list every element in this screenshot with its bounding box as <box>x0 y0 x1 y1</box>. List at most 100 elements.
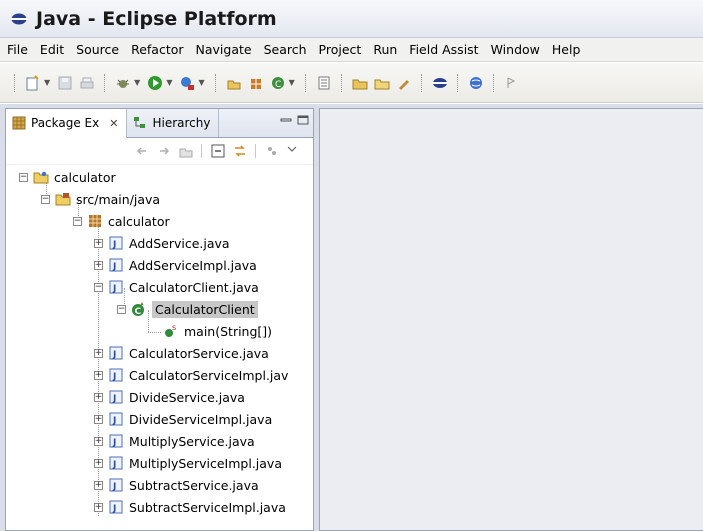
collapse-toggle-icon[interactable]: − <box>19 172 28 182</box>
java-file-icon: J <box>108 433 124 449</box>
tab-package-explorer[interactable]: Package Ex ✕ <box>6 109 128 138</box>
new-package-icon[interactable] <box>248 75 264 91</box>
tree-node-file[interactable]: + J AddService.java <box>6 232 313 254</box>
minimize-icon[interactable] <box>279 114 292 126</box>
debug-icon[interactable] <box>115 75 131 91</box>
expand-toggle-icon[interactable]: + <box>94 348 103 358</box>
collapse-toggle-icon[interactable]: − <box>117 304 126 314</box>
pen-icon[interactable] <box>396 75 412 91</box>
maximize-icon[interactable] <box>296 114 309 126</box>
new-java-project-icon[interactable] <box>226 75 242 91</box>
tree-node-file[interactable]: + J CalculatorServiceImpl.jav <box>6 364 313 386</box>
external-tools-dropdown-icon[interactable]: ▼ <box>198 78 204 87</box>
print-icon[interactable] <box>79 75 95 91</box>
new-class-dropdown-icon[interactable]: ▼ <box>289 78 295 87</box>
tree-node-file[interactable]: + J AddServiceImpl.java <box>6 254 313 276</box>
collapse-toggle-icon[interactable]: − <box>73 216 82 226</box>
tree-node-file[interactable]: + J DivideServiceImpl.java <box>6 408 313 430</box>
tree-node-source-folder[interactable]: − src/main/java <box>6 188 313 210</box>
expand-toggle-icon[interactable]: + <box>94 392 103 402</box>
svg-text:s: s <box>172 323 176 332</box>
menu-source[interactable]: Source <box>72 42 127 57</box>
menu-run[interactable]: Run <box>369 42 405 57</box>
view-tab-bar: Package Ex ✕ Hierarchy <box>6 109 313 138</box>
view-toolbar-separator <box>201 144 203 158</box>
static-method-icon: s <box>163 323 179 339</box>
menu-help[interactable]: Help <box>548 42 589 57</box>
next-annotation-icon[interactable] <box>504 75 520 91</box>
menu-edit[interactable]: Edit <box>36 42 72 57</box>
expand-toggle-icon[interactable]: + <box>94 414 103 424</box>
tree-node-file[interactable]: + J SubtractService.java <box>6 474 313 496</box>
menu-field-assist[interactable]: Field Assist <box>405 42 486 57</box>
save-icon[interactable] <box>57 75 73 91</box>
window-title: Java - Eclipse Platform <box>36 7 277 30</box>
svg-text:J: J <box>112 284 116 294</box>
tree-label: AddServiceImpl.java <box>129 257 257 273</box>
main-toolbar: ▼ ▼ ▼ ▼ C ▼ <box>0 63 703 103</box>
collapse-all-icon[interactable] <box>210 143 226 159</box>
editor-area <box>319 108 703 531</box>
expand-toggle-icon[interactable]: + <box>94 458 103 468</box>
tree-node-file[interactable]: + J DivideService.java <box>6 386 313 408</box>
perspective-icon[interactable] <box>432 75 448 91</box>
tree-node-class[interactable]: − C CalculatorClient <box>6 298 313 320</box>
title-bar: Java - Eclipse Platform <box>0 0 703 38</box>
expand-toggle-icon[interactable]: + <box>94 238 103 248</box>
tree-node-method[interactable]: s main(String[]) <box>6 320 313 342</box>
tab-hierarchy[interactable]: Hierarchy <box>127 109 220 137</box>
forward-arrow-icon[interactable] <box>156 143 172 159</box>
java-perspective-icon <box>10 10 28 28</box>
menu-bar: File Edit Source Refactor Navigate Searc… <box>0 38 703 62</box>
open-type-icon[interactable] <box>316 75 332 91</box>
svg-text:J: J <box>112 350 116 360</box>
globe-icon[interactable] <box>468 75 484 91</box>
expand-toggle-icon[interactable]: + <box>94 480 103 490</box>
tree-node-file[interactable]: + J MultiplyService.java <box>6 430 313 452</box>
tree-node-package[interactable]: − calculator <box>6 210 313 232</box>
back-arrow-icon[interactable] <box>134 143 150 159</box>
tree-node-file[interactable]: − J CalculatorClient.java <box>6 276 313 298</box>
java-file-icon: J <box>108 411 124 427</box>
link-with-editor-icon[interactable] <box>232 143 248 159</box>
external-tools-icon[interactable] <box>179 75 195 91</box>
java-file-icon: J <box>108 279 124 295</box>
new-class-icon[interactable]: C <box>270 75 286 91</box>
package-explorer-icon <box>12 116 26 130</box>
filters-icon[interactable] <box>264 143 280 159</box>
collapse-toggle-icon[interactable]: − <box>41 194 50 204</box>
open-folder-icon[interactable] <box>352 75 368 91</box>
open-folder-alt-icon[interactable] <box>374 75 390 91</box>
view-menu-icon[interactable] <box>286 143 302 159</box>
new-dropdown-icon[interactable]: ▼ <box>44 78 50 87</box>
java-file-icon: J <box>108 477 124 493</box>
expand-toggle-icon[interactable]: + <box>94 370 103 380</box>
tree-node-project[interactable]: − calculator <box>6 166 313 188</box>
menu-window[interactable]: Window <box>487 42 548 57</box>
run-icon[interactable] <box>147 75 163 91</box>
up-folder-icon[interactable] <box>178 143 194 159</box>
tree-node-file[interactable]: + J SubtractServiceImpl.java <box>6 496 313 518</box>
menu-project[interactable]: Project <box>315 42 370 57</box>
menu-refactor[interactable]: Refactor <box>127 42 191 57</box>
selected-tree-label: CalculatorClient <box>152 300 258 318</box>
menu-navigate[interactable]: Navigate <box>192 42 260 57</box>
menu-search[interactable]: Search <box>260 42 315 57</box>
tree-label: AddService.java <box>129 235 230 251</box>
svg-text:J: J <box>112 482 116 492</box>
svg-text:J: J <box>112 240 116 250</box>
expand-toggle-icon[interactable]: + <box>94 436 103 446</box>
tree-label: CalculatorClient.java <box>129 279 259 295</box>
close-icon[interactable]: ✕ <box>109 117 118 130</box>
tree-node-file[interactable]: + J MultiplyServiceImpl.java <box>6 452 313 474</box>
menu-file[interactable]: File <box>3 42 36 57</box>
collapse-toggle-icon[interactable]: − <box>94 282 103 292</box>
run-dropdown-icon[interactable]: ▼ <box>166 78 172 87</box>
java-file-icon: J <box>108 499 124 515</box>
debug-dropdown-icon[interactable]: ▼ <box>134 78 140 87</box>
tree-node-file[interactable]: + J CalculatorService.java <box>6 342 313 364</box>
tree-label: SubtractServiceImpl.java <box>129 499 286 515</box>
expand-toggle-icon[interactable]: + <box>94 260 103 270</box>
expand-toggle-icon[interactable]: + <box>94 502 103 512</box>
new-wizard-icon[interactable] <box>25 74 41 91</box>
